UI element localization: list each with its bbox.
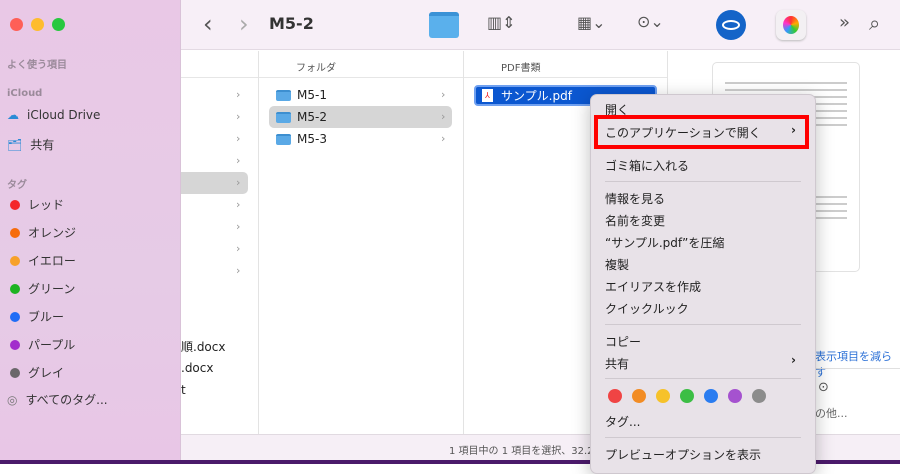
group-button[interactable]: ▦⌄ [577,13,606,32]
window-controls [10,18,65,31]
column-divider [258,51,259,434]
tag-color-green[interactable] [680,389,694,403]
folder-icon [276,89,291,101]
menu-item-compress[interactable]: “サンプル.pdf”を圧縮 [605,234,724,251]
menu-separator [605,378,801,379]
menu-item-share[interactable]: 共有 [605,355,629,372]
chevron-right-icon: › [791,123,796,137]
toolbar: ‹ › M5-2 ▥⇕ ▦⌄ ⊙⌄ » ⌕ [181,0,900,50]
tag-dot-icon [10,311,20,322]
folder-icon [276,111,291,123]
icloud-heading: iCloud [7,88,43,99]
more-icon[interactable]: ⊙ [818,380,829,395]
sidebar-tag-purple[interactable]: パープル [7,336,75,353]
tag-color-orange[interactable] [632,389,646,403]
menu-item-make-alias[interactable]: エイリアスを作成 [605,278,701,295]
file-row[interactable]: t [181,379,186,401]
tag-dot-icon [10,283,20,294]
menu-item-rename[interactable]: 名前を変更 [605,212,665,229]
menu-item-tags[interactable]: タグ... [605,413,640,430]
chevron-right-icon: › [236,154,241,167]
search-icon[interactable]: ⌕ [869,11,880,35]
menu-item-duplicate[interactable]: 複製 [605,256,629,273]
tag-color-blue[interactable] [704,389,718,403]
column-header-folder: フォルダ [258,51,463,78]
more-toolbar-button[interactable]: » [839,12,850,33]
show-less-link[interactable]: 表示項目を減らす [815,348,900,380]
file-row[interactable]: 順.docx [181,335,225,357]
menu-separator [605,437,801,438]
column-view-button[interactable]: ▥⇕ [487,13,516,32]
sidebar-tag-red[interactable]: レッド [7,196,64,213]
file-row[interactable]: .docx [181,357,213,379]
app-icon-blue[interactable] [716,10,746,40]
menu-separator [605,181,801,182]
back-button[interactable]: ‹ [203,10,213,38]
sidebar-tag-gray[interactable]: グレイ [7,364,64,381]
tags-heading: タグ [7,180,27,191]
folder-row-m5-1[interactable]: M5-1 [276,84,327,106]
sidebar-tag-yellow[interactable]: イエロー [7,252,76,269]
tag-color-purple[interactable] [728,389,742,403]
folder-row-m5-3[interactable]: M5-3 [276,128,327,150]
chevron-right-icon: › [236,198,241,211]
chevron-right-icon: › [236,110,241,123]
chevron-right-icon: › [441,88,446,101]
chevron-right-icon: › [236,264,241,277]
sidebar-all-tags[interactable]: ◎ すべてのタグ... [7,391,108,408]
folder-icon [276,133,291,145]
sidebar-item-icloud-drive[interactable]: ☁ iCloud Drive [7,108,100,122]
column-header-pdf: PDF書類 [463,51,667,78]
chevron-right-icon: › [236,176,241,189]
chevron-right-icon: › [236,132,241,145]
window-title: M5-2 [269,14,314,33]
menu-item-copy[interactable]: コピー [605,333,641,350]
chevron-right-icon: › [236,88,241,101]
cloud-icon: ☁ [7,108,19,122]
tag-dot-icon [10,199,20,210]
column-header-blank [181,51,258,78]
tag-dot-icon [10,339,20,350]
chevron-right-icon: › [791,353,796,367]
pdf-icon: ⅄ [482,89,493,102]
tag-dot-icon [10,255,20,266]
favorites-heading: よく使う項目 [7,60,67,71]
sidebar-tag-blue[interactable]: ブルー [7,308,64,325]
tag-color-picker [608,389,766,403]
chevron-right-icon: › [236,242,241,255]
other-actions-label[interactable]: の他... [815,405,848,421]
tag-color-yellow[interactable] [656,389,670,403]
column-divider [463,51,464,434]
folder-icon [429,12,459,38]
chevron-right-icon: › [441,132,446,145]
folder-row-m5-2[interactable]: M5-2 [276,106,327,128]
divider [816,368,900,369]
menu-item-open-with[interactable]: このアプリケーションで開く [605,124,761,141]
tag-dot-icon [10,367,20,378]
sidebar-tag-orange[interactable]: オレンジ [7,224,76,241]
minimize-button[interactable] [31,18,44,31]
menu-item-preview-options[interactable]: プレビューオプションを表示 [605,446,761,463]
tag-dot-icon [10,227,20,238]
all-tags-icon: ◎ [7,392,18,407]
menu-separator [605,324,801,325]
menu-item-quick-look[interactable]: クイックルック [605,300,689,317]
close-button[interactable] [10,18,23,31]
shared-folder-icon: 🗂 [7,137,23,152]
chevron-right-icon: › [236,220,241,233]
menu-item-get-info[interactable]: 情報を見る [605,190,665,207]
app-icon-paint[interactable] [776,10,806,40]
forward-button[interactable]: › [239,10,249,38]
sidebar-item-shared[interactable]: 🗂 共有 [7,136,54,153]
action-button[interactable]: ⊙⌄ [637,12,664,31]
zoom-button[interactable] [52,18,65,31]
tag-color-gray[interactable] [752,389,766,403]
context-menu: 開く このアプリケーションで開く › ゴミ箱に入れる 情報を見る 名前を変更 “… [590,94,816,474]
sidebar: よく使う項目 iCloud ☁ iCloud Drive 🗂 共有 タグ レッド オ… [0,0,181,464]
menu-item-trash[interactable]: ゴミ箱に入れる [605,157,689,174]
tag-color-red[interactable] [608,389,622,403]
sidebar-tag-green[interactable]: グリーン [7,280,75,297]
chevron-right-icon: › [441,110,446,123]
